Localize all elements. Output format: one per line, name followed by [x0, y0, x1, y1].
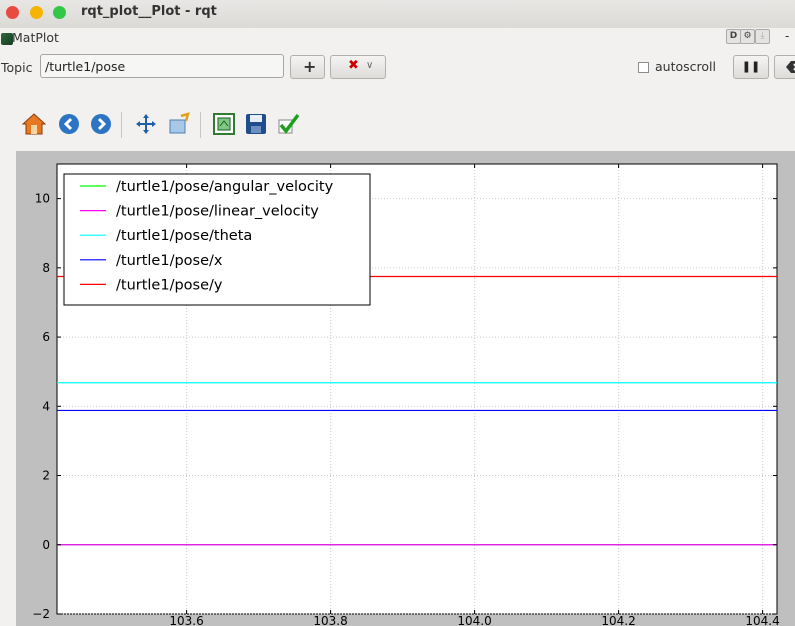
legend-label: /turtle1/pose/angular_velocity	[116, 179, 334, 195]
legend-label: /turtle1/pose/theta	[116, 228, 252, 244]
zoom-icon[interactable]	[167, 112, 191, 136]
dock-title: MatPlot	[12, 30, 59, 45]
clear-icon	[786, 61, 795, 73]
x-tick-label: 104.2	[601, 614, 635, 626]
clear-button[interactable]	[774, 55, 795, 79]
help-button[interactable]: D	[726, 29, 741, 44]
x-tick-label: 103.8	[313, 614, 347, 626]
plot-canvas[interactable]: 103.6 103.8 104.0 104.2 104.4 −2 0 2 4 6 8 10 /turt…	[16, 151, 795, 626]
window-title: rqt_plot__Plot - rqt	[81, 4, 217, 19]
y-tick-label: 0	[42, 538, 50, 552]
window-titlebar: rqt_plot__Plot - rqt	[0, 0, 795, 28]
x-tick-label: 104.0	[457, 614, 491, 626]
legend-label: /turtle1/pose/y	[116, 277, 223, 293]
autoscroll-checkbox[interactable]	[638, 62, 649, 73]
home-icon[interactable]	[22, 112, 46, 136]
add-topic-button[interactable]: +	[290, 55, 325, 79]
subplots-icon[interactable]	[212, 112, 236, 136]
minimize-dock-button[interactable]: -	[785, 29, 789, 43]
topic-input[interactable]	[40, 54, 284, 78]
gear-icon[interactable]: ⚙	[740, 29, 755, 44]
back-icon[interactable]	[57, 112, 81, 136]
edit-curves-icon[interactable]	[276, 112, 300, 136]
toolbar-separator	[200, 112, 201, 138]
toolbar-separator	[121, 112, 122, 138]
y-tick-label: 2	[42, 469, 50, 483]
remove-topic-button[interactable]: ✖ ∨	[330, 55, 386, 79]
forward-icon[interactable]	[89, 112, 113, 136]
remove-icon: ✖	[348, 58, 359, 73]
pause-button[interactable]: ❚❚	[733, 55, 769, 79]
y-tick-label: 8	[42, 261, 50, 275]
topic-label: Topic	[1, 60, 33, 75]
minimize-window-button[interactable]	[30, 6, 43, 19]
y-tick-label: −2	[32, 607, 50, 621]
pause-icon: ❚❚	[741, 60, 761, 73]
legend-label: /turtle1/pose/linear_velocity	[116, 204, 319, 220]
x-tick-label: 104.4	[745, 614, 779, 626]
y-tick-label: 4	[42, 399, 50, 413]
matplotlib-toolbar	[22, 112, 352, 140]
save-icon[interactable]	[244, 112, 268, 136]
legend-label: /turtle1/pose/x	[116, 253, 223, 269]
plot-figure: 103.6 103.8 104.0 104.2 104.4 −2 0 2 4 6 8 10 /turt…	[32, 163, 780, 626]
y-tick-label: 10	[35, 192, 50, 206]
chevron-down-icon: ∨	[366, 60, 374, 71]
y-tick-label: 6	[42, 330, 50, 344]
autoscroll-label: autoscroll	[655, 59, 716, 74]
pan-icon[interactable]	[134, 112, 158, 136]
close-window-button[interactable]	[6, 6, 19, 19]
maximize-window-button[interactable]	[53, 6, 66, 19]
reload-button[interactable]: ⤓	[755, 29, 770, 44]
plus-icon: +	[303, 57, 317, 76]
x-tick-label: 103.6	[169, 614, 203, 626]
